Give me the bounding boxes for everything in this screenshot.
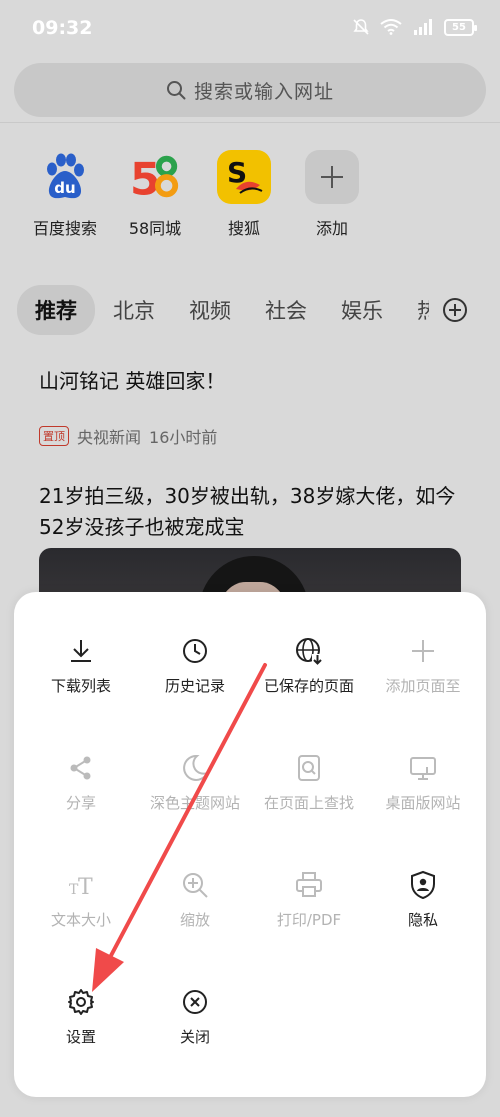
shortcut-label: 添加 (315, 219, 348, 238)
shortcut-baidu[interactable]: du 百度搜索 (20, 150, 110, 239)
tab-society[interactable]: 社会 (265, 295, 307, 325)
cellular-signal-icon (414, 19, 432, 35)
menu-item-add-page-to: 添加页面至 (364, 636, 482, 696)
menu-item-share: 分享 (22, 753, 140, 813)
menu-item-close[interactable]: 关闭 (136, 987, 254, 1047)
menu-item-zoom: 缩放 (136, 870, 254, 930)
gear-icon (68, 989, 94, 1015)
baidu-icon: du (38, 150, 92, 204)
tab-entertainment[interactable]: 娱乐 (341, 295, 383, 325)
news-title[interactable]: 21岁拍三级，30岁被出轨，38岁嫁大佬，如今52岁没孩子也被宠成宝 (39, 481, 469, 543)
battery-indicator: 55 (444, 18, 477, 36)
plus-icon (305, 150, 359, 204)
news-title[interactable]: 山河铭记 英雄回家！ (39, 366, 469, 397)
menu-item-text-size: T T 文本大小 (22, 870, 140, 930)
status-bar: 09:32 55 (0, 0, 500, 60)
svg-text:5: 5 (130, 154, 161, 203)
browser-menu-sheet: 下载列表 历史记录 已保存的页面 添加页面至 分享 深色主题网站 在页面上查找 … (14, 592, 486, 1097)
58-icon: 5 (128, 150, 182, 204)
mute-bell-icon (353, 19, 369, 35)
printer-icon (296, 872, 322, 897)
tab-beijing[interactable]: 北京 (113, 295, 155, 325)
plus-icon (412, 640, 434, 662)
svg-text:du: du (54, 179, 75, 197)
menu-item-history[interactable]: 历史记录 (136, 636, 254, 696)
news-meta: 置顶 央视新闻 16小时前 (39, 424, 217, 448)
status-icons: 55 (352, 18, 477, 36)
tab-recommend[interactable]: 推荐 (17, 285, 95, 335)
menu-item-dark-theme: 深色主题网站 (136, 753, 254, 813)
divider (0, 122, 500, 123)
text-size-icon: T T (69, 875, 93, 900)
share-icon (70, 756, 91, 780)
search-placeholder: 搜索或输入网址 (193, 80, 334, 103)
zoom-icon (183, 873, 208, 898)
moon-icon (183, 754, 209, 781)
svg-text:T: T (78, 875, 93, 900)
privacy-shield-icon (411, 870, 435, 900)
shortcut-label: 58同城 (128, 219, 182, 238)
shortcut-sohu[interactable]: S 搜狐 (199, 150, 289, 239)
globe-download-icon (296, 638, 323, 665)
shortcut-label: 百度搜索 (32, 219, 97, 238)
menu-item-privacy[interactable]: 隐私 (364, 870, 482, 930)
tab-hot[interactable]: 热 (417, 295, 429, 325)
shortcut-58[interactable]: 5 58同城 (110, 150, 200, 239)
pinned-badge: 置顶 (39, 426, 69, 446)
news-time: 16小时前 (149, 428, 218, 447)
add-tab-icon[interactable] (442, 297, 468, 323)
shortcut-add[interactable]: 添加 (287, 150, 377, 239)
search-icon (166, 81, 186, 100)
clock-icon (183, 639, 207, 663)
shortcut-label: 搜狐 (227, 219, 260, 238)
search-bar[interactable]: 搜索或输入网址 (14, 63, 486, 117)
menu-item-settings[interactable]: 设置 (22, 987, 140, 1047)
tab-video[interactable]: 视频 (189, 295, 231, 325)
menu-item-desktop-site: 桌面版网站 (364, 753, 482, 813)
close-circle-icon (183, 990, 207, 1014)
menu-item-print-pdf: 打印/PDF (250, 870, 368, 930)
menu-item-downloads[interactable]: 下载列表 (22, 636, 140, 696)
download-icon (71, 640, 91, 662)
menu-item-saved-pages[interactable]: 已保存的页面 (250, 636, 368, 696)
menu-item-find-in-page: 在页面上查找 (250, 753, 368, 813)
news-source: 央视新闻 (77, 428, 142, 447)
wifi-icon (380, 19, 402, 35)
sohu-icon: S (217, 150, 271, 204)
find-in-page-icon (298, 755, 320, 781)
desktop-icon (410, 757, 436, 780)
status-time: 09:32 (32, 17, 93, 39)
category-tabs: 推荐 北京 视频 社会 娱乐 热 (17, 285, 429, 335)
